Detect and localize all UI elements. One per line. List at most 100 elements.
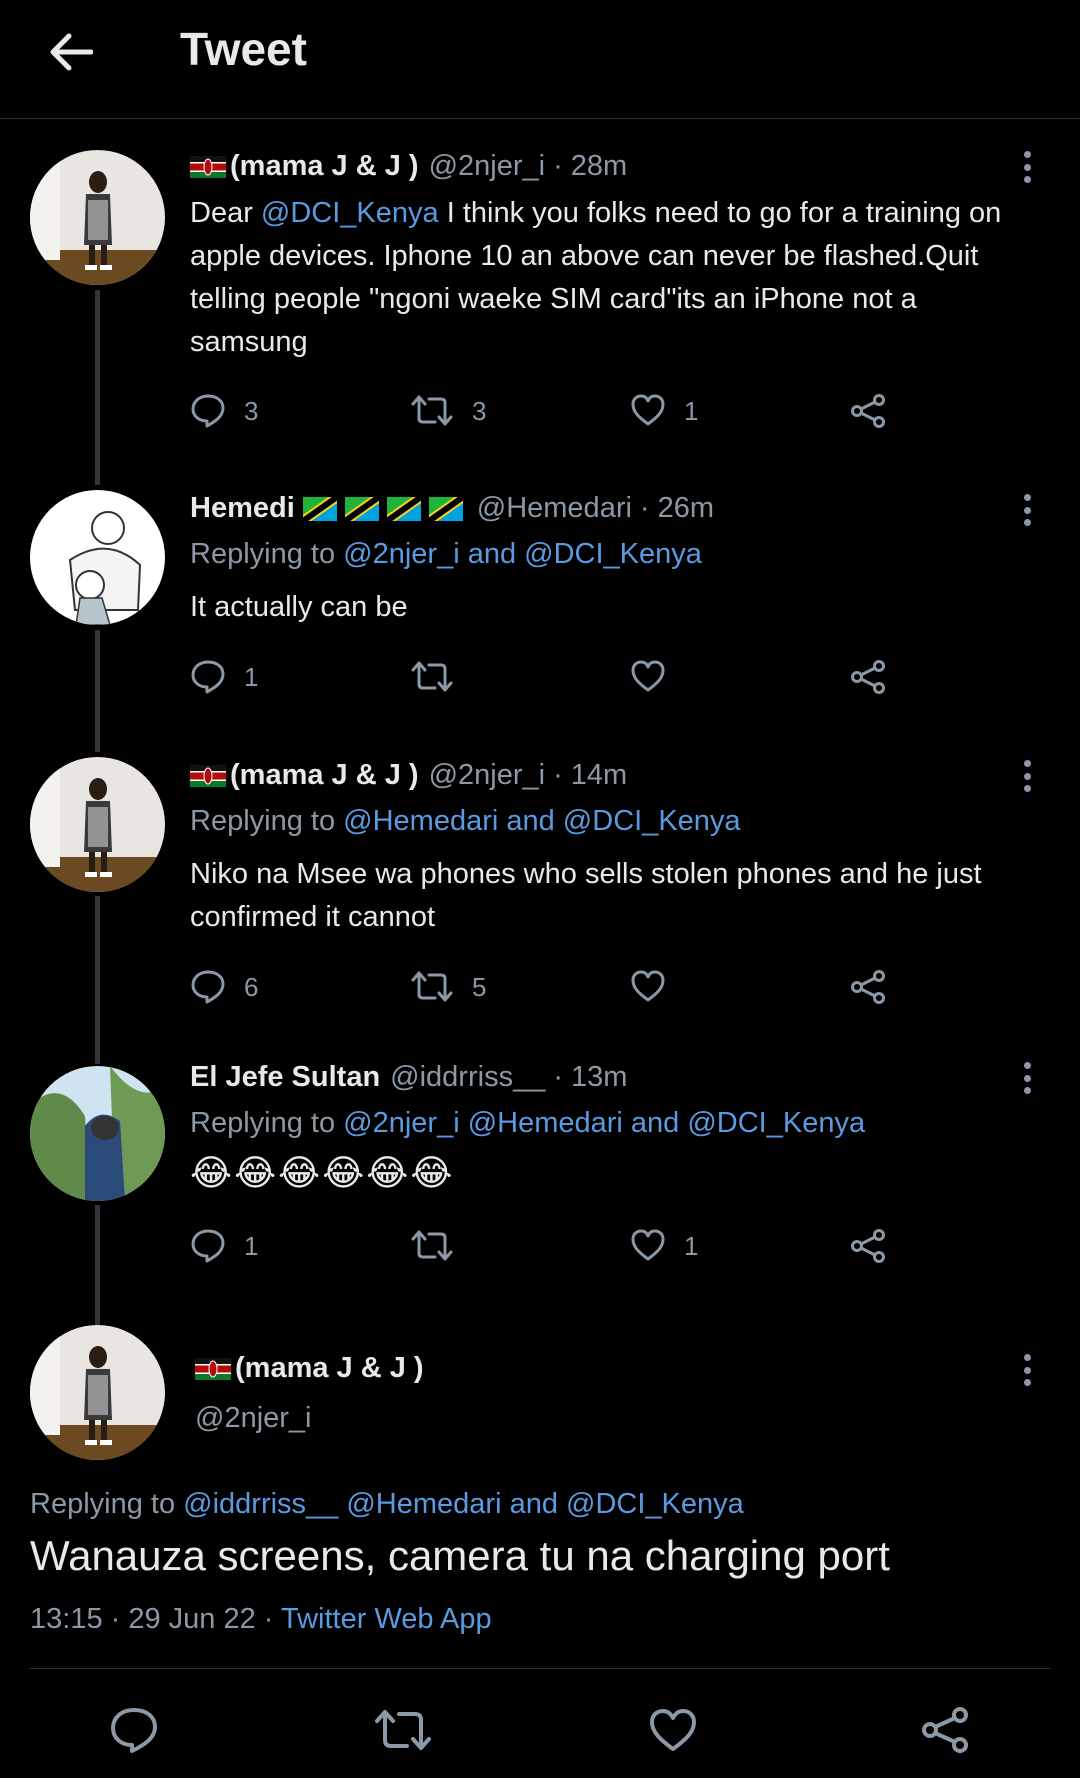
user-handle[interactable]: @2njer_i <box>429 759 546 792</box>
retweet-icon <box>411 971 453 1002</box>
source-link[interactable]: Twitter Web App <box>281 1603 492 1635</box>
mention-link[interactable]: @DCI_Kenya <box>261 197 439 229</box>
user-handle[interactable]: @2njer_i <box>195 1402 312 1435</box>
avatar[interactable] <box>30 1325 165 1460</box>
replying-to: Replying to @iddrriss__ @Hemedari and @D… <box>30 1488 744 1521</box>
like-button[interactable] <box>630 962 684 1012</box>
timestamp[interactable]: 28m <box>571 150 627 183</box>
tweet-header: (mama J & J ) <box>195 1352 424 1385</box>
reply-button[interactable] <box>94 1680 174 1778</box>
reply-count: 6 <box>244 971 259 1002</box>
display-name[interactable]: El Jefe Sultan <box>190 1061 380 1094</box>
thread-line <box>95 1205 100 1325</box>
retweet-button[interactable]: 3 <box>410 386 486 436</box>
thread-line <box>95 630 100 752</box>
reply-count: 3 <box>244 395 259 426</box>
reply-bubble-icon <box>191 970 225 1004</box>
user-handle[interactable]: @Hemedari <box>477 492 632 525</box>
mention-link[interactable]: @iddrriss__ @Hemedari and @DCI_Kenya <box>183 1488 744 1520</box>
reply-button[interactable]: 6 <box>190 962 258 1012</box>
tweet-text: Niko na Msee wa phones who sells stolen … <box>190 858 982 933</box>
reply-bubble-icon <box>111 1708 157 1753</box>
share-button[interactable] <box>850 1221 886 1271</box>
reply-bubble-icon <box>191 660 225 694</box>
share-button[interactable] <box>850 962 886 1012</box>
mention-link[interactable]: @2njer_i and @DCI_Kenya <box>343 538 702 570</box>
retweet-icon <box>411 1230 453 1261</box>
timestamp[interactable]: 13m <box>571 1061 627 1094</box>
share-button[interactable] <box>850 652 886 702</box>
avatar[interactable] <box>30 757 165 892</box>
separator-dot: · <box>553 150 563 182</box>
reply-button[interactable]: 1 <box>190 652 258 702</box>
share-button[interactable] <box>905 1680 985 1778</box>
reply-button[interactable]: 3 <box>190 386 258 436</box>
tweet-text-part: Dear <box>190 197 261 229</box>
kenya-flag-icon <box>190 764 226 787</box>
tanzania-flag-icon <box>302 496 337 521</box>
timestamp[interactable]: 13:15 · 29 Jun 22 · <box>30 1603 281 1635</box>
tweet-actions: 65 <box>190 962 930 1012</box>
tweet-actions: 11 <box>190 1221 930 1271</box>
retweet-button[interactable]: 5 <box>410 962 486 1012</box>
tweet-actions: 3 3 1 <box>190 386 930 436</box>
reply-button[interactable]: 1 <box>190 1221 258 1271</box>
display-name[interactable]: Hemedi <box>190 492 295 525</box>
heart-icon <box>631 660 665 692</box>
reply-count: 1 <box>244 661 259 692</box>
heart-icon <box>650 1709 696 1751</box>
tweet-text: Wanauza screens, camera tu na charging p… <box>30 1532 890 1579</box>
like-count: 1 <box>684 395 699 426</box>
like-button[interactable]: 1 <box>630 386 698 436</box>
user-handle[interactable]: @2njer_i <box>429 150 546 183</box>
share-icon <box>851 394 885 428</box>
user-handle[interactable]: @iddrriss__ <box>390 1061 545 1094</box>
display-name[interactable]: (mama J & J ) <box>230 150 419 183</box>
tanzania-flag-icon <box>386 496 421 521</box>
separator-dot: · <box>553 1061 563 1093</box>
heart-icon <box>631 970 665 1002</box>
back-button[interactable] <box>40 22 100 82</box>
heart-icon <box>631 1229 665 1261</box>
mention-link[interactable]: @Hemedari and @DCI_Kenya <box>343 805 740 837</box>
timestamp[interactable]: 26m <box>658 492 714 525</box>
timestamp[interactable]: 14m <box>571 759 627 792</box>
retweet-button[interactable] <box>363 1680 443 1778</box>
replying-to-label: Replying to <box>190 805 344 837</box>
like-button[interactable]: 1 <box>630 1221 698 1271</box>
tweet-timestamp: 13:15 · 29 Jun 22 · Twitter Web App <box>30 1603 492 1636</box>
replying-to: Replying to @2njer_i and @DCI_Kenya <box>190 538 702 571</box>
more-options-button[interactable] <box>1012 1350 1042 1390</box>
retweet-button[interactable] <box>410 652 472 702</box>
share-icon <box>922 1707 968 1753</box>
retweet-count: 5 <box>472 971 487 1002</box>
avatar[interactable] <box>30 1066 165 1201</box>
retweet-count: 3 <box>472 395 487 426</box>
separator-dot: · <box>553 759 563 791</box>
thread-line <box>95 896 100 1064</box>
tweet-text: Dear @DCI_Kenya I think you folks need t… <box>190 192 1040 364</box>
like-button[interactable] <box>633 1680 713 1778</box>
replying-to: Replying to @2njer_i @Hemedari and @DCI_… <box>190 1107 865 1140</box>
avatar[interactable] <box>30 490 165 625</box>
avatar[interactable] <box>30 150 165 285</box>
tweet-header: (mama J & J ) @2njer_i · 28m <box>190 150 627 183</box>
more-options-button[interactable] <box>1012 1058 1042 1098</box>
like-button[interactable] <box>630 652 684 702</box>
like-count: 1 <box>684 1230 699 1261</box>
share-icon <box>851 970 885 1004</box>
tweet-header: El Jefe Sultan @iddrriss__ · 13m <box>190 1061 627 1094</box>
display-name[interactable]: (mama J & J ) <box>235 1352 424 1385</box>
kenya-flag-icon <box>190 155 226 178</box>
mention-link[interactable]: @2njer_i @Hemedari and @DCI_Kenya <box>343 1107 865 1139</box>
retweet-button[interactable] <box>410 1221 472 1271</box>
replying-to: Replying to @Hemedari and @DCI_Kenya <box>190 805 741 838</box>
more-options-button[interactable] <box>1012 756 1042 796</box>
top-app-bar: Tweet <box>0 0 1080 119</box>
more-options-button[interactable] <box>1012 490 1042 530</box>
tweet-header: (mama J & J ) @2njer_i · 14m <box>190 759 627 792</box>
page-title: Tweet <box>180 23 307 75</box>
more-options-button[interactable] <box>1012 147 1042 187</box>
share-button[interactable] <box>850 386 886 436</box>
display-name[interactable]: (mama J & J ) <box>230 759 419 792</box>
